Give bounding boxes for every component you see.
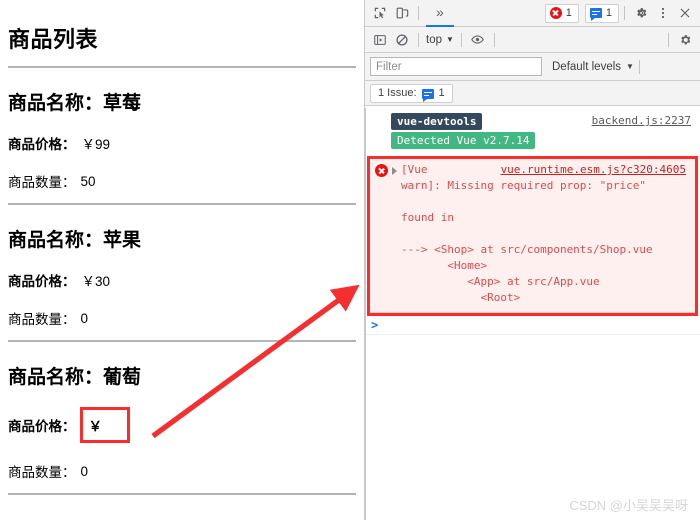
message-count-badge[interactable]: 1 [584, 3, 619, 23]
source-link-backend[interactable]: backend.js:2237 [592, 114, 691, 127]
clear-console-icon[interactable] [391, 29, 413, 50]
error-count-badge[interactable]: 1 [544, 3, 579, 23]
product-item: 商品名称：苹果 商品价格： ￥30 商品数量： 0 [4, 225, 358, 328]
execution-context-selector[interactable]: top ▼ [424, 34, 456, 46]
product-price-label: 商品价格： [8, 419, 76, 434]
devtools-main-toolbar: » 1 1 [365, 0, 700, 27]
product-item: 商品名称：草莓 商品价格： ￥99 商品数量： 50 [4, 88, 358, 191]
product-qty-label: 商品数量： [8, 465, 76, 480]
currency-symbol: ￥ [88, 419, 103, 434]
product-price-row: 商品价格： ￥ [8, 407, 358, 443]
toolbar-separator [624, 6, 625, 20]
missing-price-highlight-box: ￥ [79, 407, 130, 443]
message-bubble-icon [589, 8, 602, 21]
gear-icon[interactable] [674, 29, 696, 50]
product-name: 商品名称：苹果 [8, 225, 358, 252]
message-count-label: 1 [605, 7, 612, 19]
product-name: 商品名称：葡萄 [8, 362, 358, 389]
app-preview-pane: 商品列表 商品名称：草莓 商品价格： ￥99 商品数量： 50 商品名称：苹果 [0, 0, 364, 520]
product-qty-value: 0 [80, 463, 89, 479]
toolbar-separator [460, 32, 462, 47]
product-qty-row: 商品数量： 0 [8, 461, 358, 481]
vue-detected-badge: Detected Vue v2.7.14 [391, 132, 536, 149]
toolbar-separator [418, 32, 419, 47]
error-icon [375, 164, 388, 177]
vue-devtools-badge: vue-devtools [391, 113, 483, 130]
console-message-vue-devtools[interactable]: vue-devtools backend.js:2237 Detected Vu… [365, 108, 700, 151]
execution-context-label: top [426, 33, 442, 46]
source-link-vue-runtime[interactable]: vue.runtime.esm.js?c320:4605 [501, 163, 686, 176]
product-qty-label: 商品数量： [8, 312, 76, 327]
toolbar-separator [668, 32, 669, 47]
console-filter-bar: Default levels ▼ [365, 53, 700, 81]
console-sidebar-icon[interactable] [369, 29, 391, 50]
error-message-text: [Vue warn]: Missing required prop: "pric… [401, 163, 653, 304]
section-divider [8, 340, 356, 342]
prompt-caret-icon: > [371, 318, 379, 332]
issues-badge[interactable]: 1 Issue: 1 [370, 83, 453, 103]
filter-input[interactable] [370, 57, 542, 76]
issues-label: 1 Issue: [378, 87, 417, 99]
issues-bar: 1 Issue: 1 [365, 81, 700, 106]
product-price-row: 商品价格： ￥99 [8, 133, 358, 153]
close-icon[interactable] [674, 3, 696, 24]
toolbar-separator [493, 32, 495, 47]
toolbar-separator [638, 59, 640, 74]
product-name: 商品名称：草莓 [8, 88, 358, 115]
product-price-value: ￥99 [81, 137, 111, 152]
console-left-border [365, 108, 366, 520]
kebab-menu-icon[interactable] [652, 3, 674, 24]
product-price-row: 商品价格： ￥30 [8, 270, 358, 290]
product-qty-label: 商品数量： [8, 175, 76, 190]
devtools-panel: » 1 1 top ▼ Filter Default levels ▼ 1 Is… [365, 0, 700, 520]
error-highlight-box: [Vue warn]: Missing required prop: "pric… [367, 156, 698, 316]
product-item: 商品名称：葡萄 商品价格： ￥ 商品数量： 0 [4, 362, 358, 481]
log-levels-label: Default levels [552, 60, 622, 73]
chevron-down-icon: ▼ [446, 34, 454, 44]
issues-count: 1 [438, 87, 445, 99]
product-name-label: 商品名称： [8, 367, 104, 388]
product-name-label: 商品名称： [8, 93, 104, 114]
console-message-vue-warn[interactable]: [Vue warn]: Missing required prop: "pric… [370, 159, 695, 313]
section-divider [8, 66, 356, 68]
error-icon [549, 7, 562, 19]
device-toolbar-icon[interactable] [391, 3, 413, 24]
section-divider [8, 493, 356, 495]
tab-overflow-more[interactable]: » [426, 0, 454, 27]
console-message-list[interactable]: vue-devtools backend.js:2237 Detected Vu… [365, 108, 700, 520]
screenshot-root: 商品列表 商品名称：草莓 商品价格： ￥99 商品数量： 50 商品名称：苹果 [0, 0, 700, 520]
product-name-value: 葡萄 [103, 367, 142, 388]
console-prompt[interactable]: > [365, 316, 700, 335]
inspect-element-icon[interactable] [369, 3, 391, 24]
vue-devtools-badge-row: vue-devtools backend.js:2237 [365, 113, 700, 130]
chevron-down-icon: ▼ [626, 61, 634, 71]
error-count-label: 1 [565, 7, 572, 19]
error-message-header: [Vue warn]: Missing required prop: "pric… [370, 162, 695, 306]
product-price-label: 商品价格： [8, 274, 76, 289]
vue-detected-badge-row: Detected Vue v2.7.14 [365, 130, 700, 149]
section-divider [8, 203, 356, 205]
product-name-value: 苹果 [103, 230, 142, 251]
message-bubble-icon [421, 89, 434, 102]
product-price-label: 商品价格： [8, 137, 76, 152]
product-qty-value: 50 [80, 173, 96, 189]
product-list-container: 商品列表 商品名称：草莓 商品价格： ￥99 商品数量： 50 商品名称：苹果 [0, 22, 364, 495]
console-toolbar: top ▼ [365, 27, 700, 53]
product-qty-value: 0 [80, 310, 89, 326]
toolbar-separator [418, 6, 419, 20]
log-levels-dropdown[interactable]: Default levels ▼ [552, 61, 634, 73]
product-qty-row: 商品数量： 0 [8, 308, 358, 328]
product-name-value: 草莓 [103, 93, 142, 114]
product-price-value: ￥30 [81, 274, 111, 289]
live-expression-eye-icon[interactable] [467, 29, 489, 50]
expand-triangle-icon[interactable] [392, 167, 397, 175]
product-qty-row: 商品数量： 50 [8, 171, 358, 191]
page-title: 商品列表 [8, 27, 99, 52]
product-name-label: 商品名称： [8, 230, 104, 251]
gear-icon[interactable] [630, 3, 652, 24]
